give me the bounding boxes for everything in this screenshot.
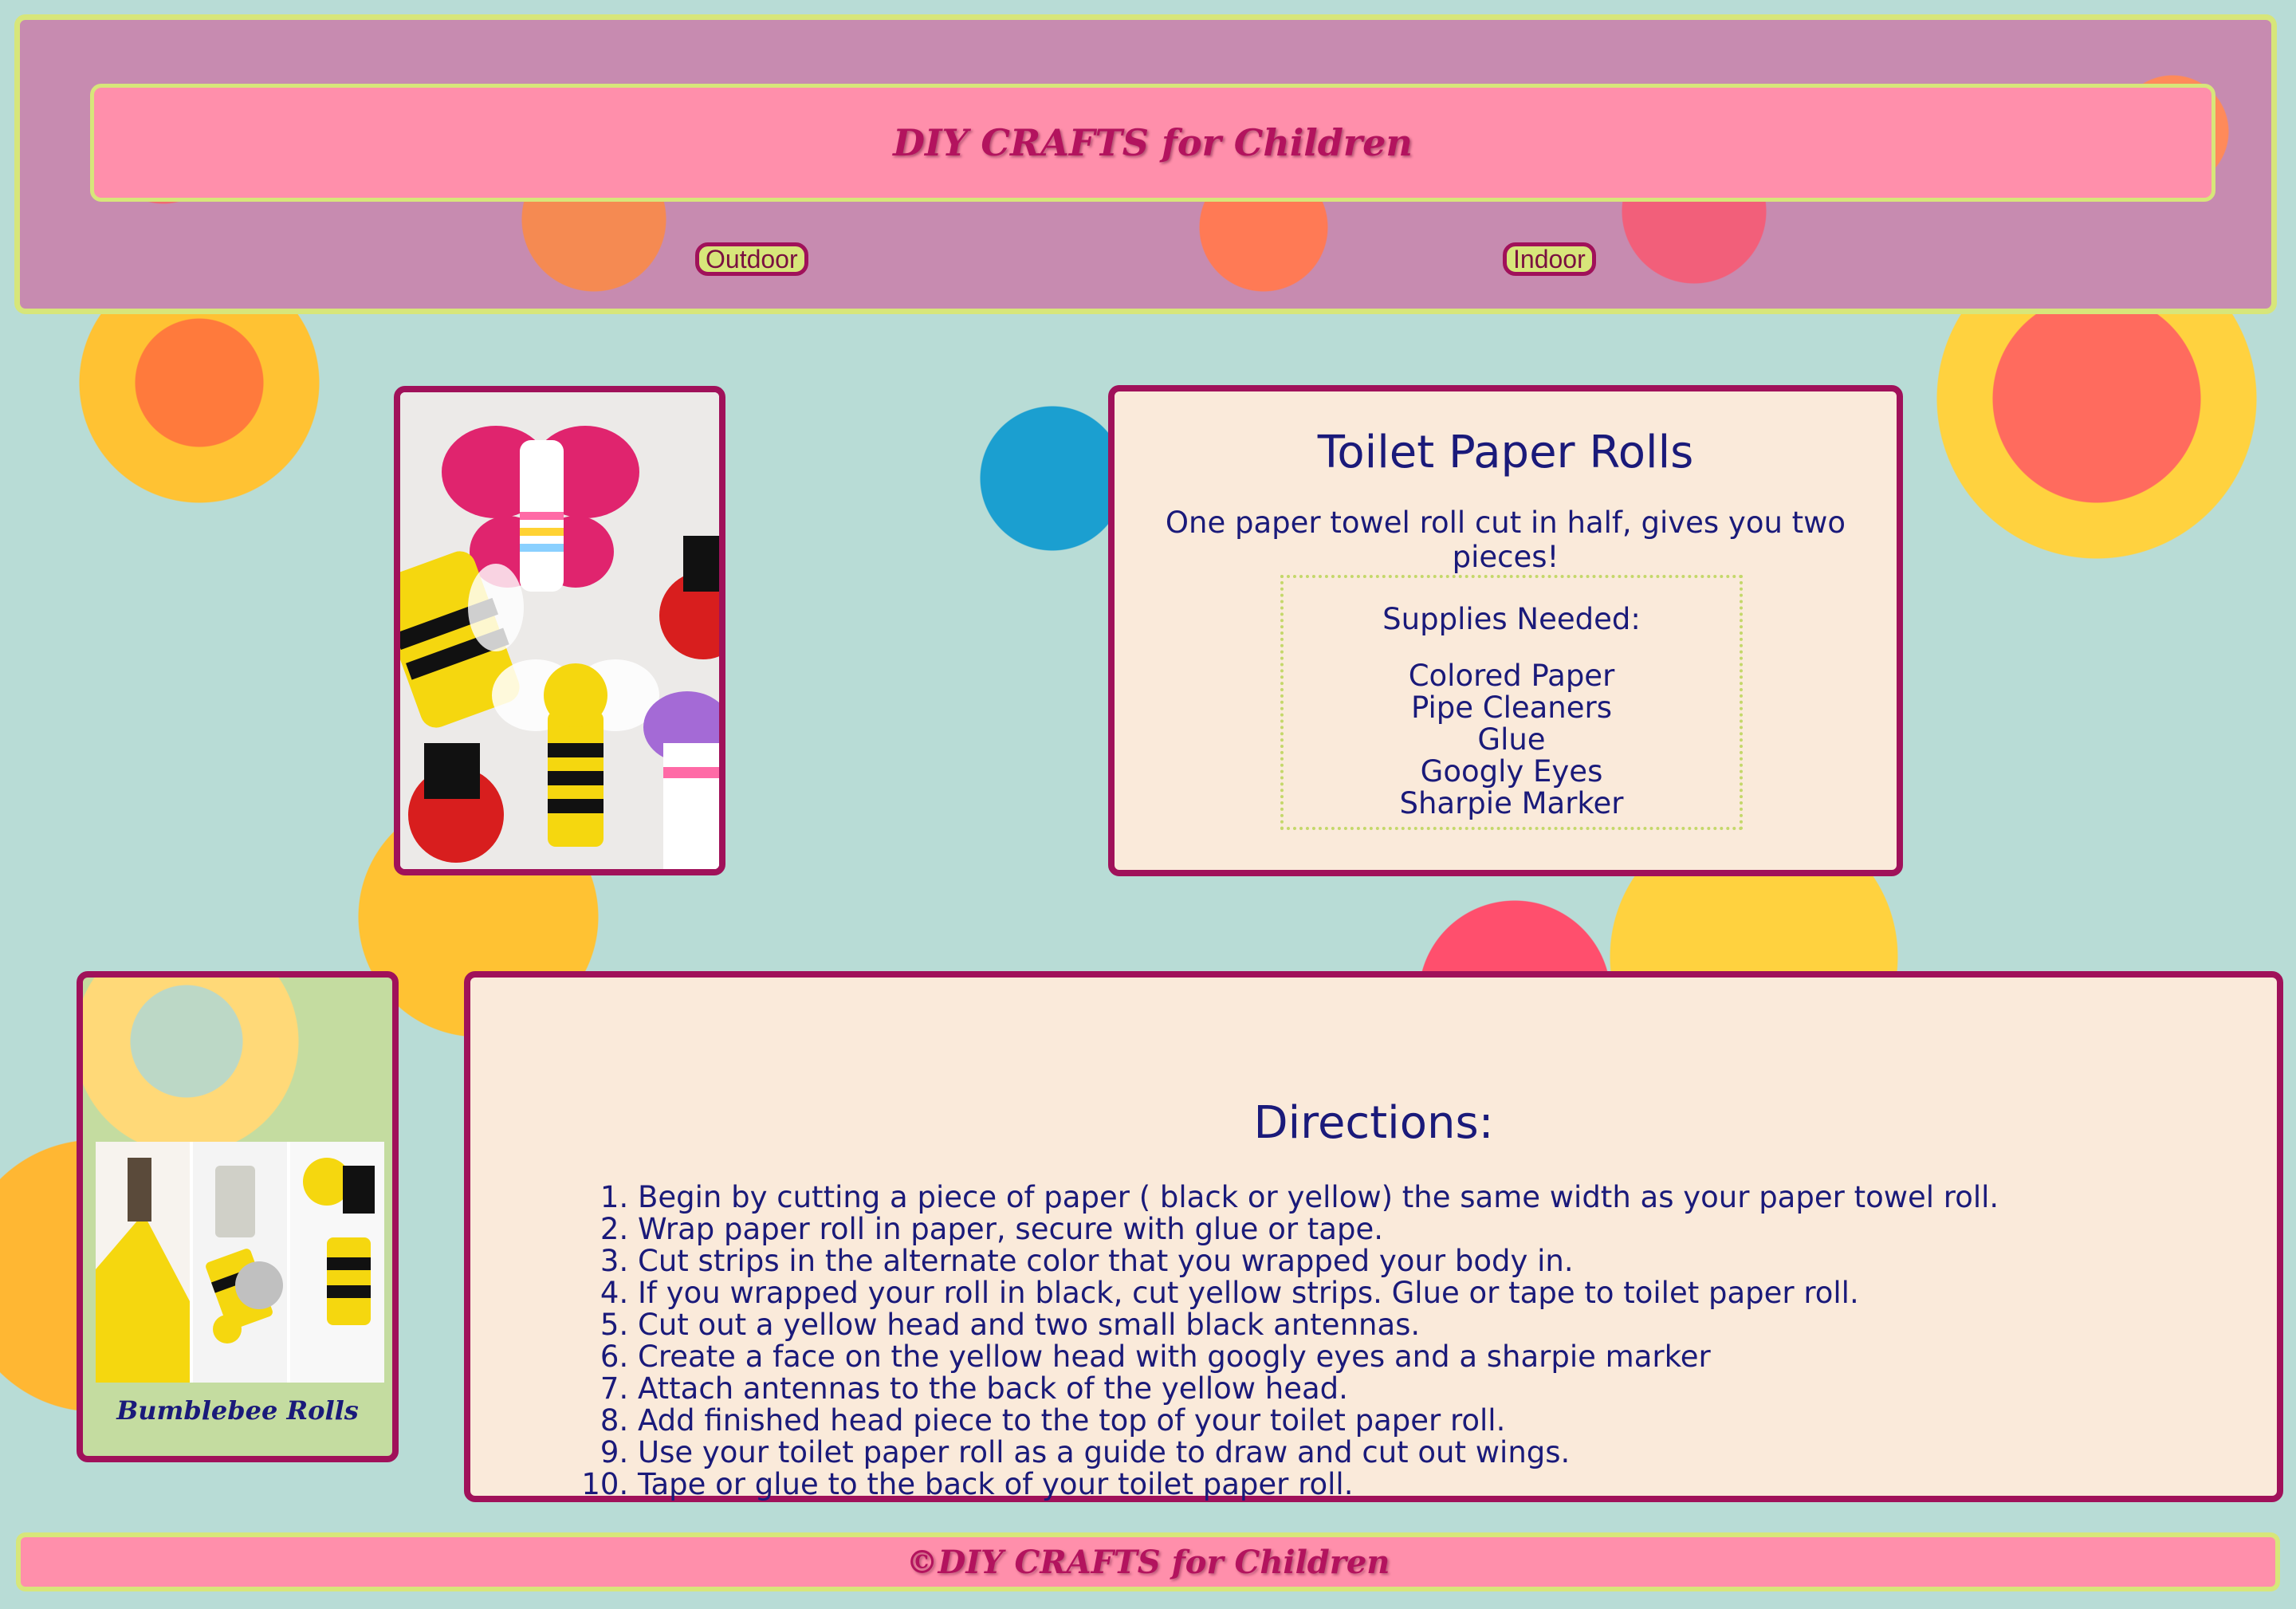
direction-step: Create a face on the yellow head with go… xyxy=(638,1341,1999,1373)
directions-card: Directions: Begin by cutting a piece of … xyxy=(464,971,2283,1502)
site-header: DIY CRAFTS for Children Outdoor Indoor xyxy=(14,14,2277,314)
nav-outdoor-button[interactable]: Outdoor xyxy=(695,242,808,276)
supplies-box: Supplies Needed: Colored Paper Pipe Clea… xyxy=(1280,575,1743,830)
supply-item: Sharpie Marker xyxy=(1399,786,1624,820)
direction-step: Wrap paper roll in paper, secure with gl… xyxy=(638,1214,1999,1245)
title-banner: DIY CRAFTS for Children xyxy=(90,84,2215,202)
bumblebee-steps-picture xyxy=(96,1142,384,1383)
supplies-heading: Supplies Needed: xyxy=(1382,602,1641,636)
supply-item: Colored Paper xyxy=(1408,659,1615,693)
bumblebee-steps-image xyxy=(96,1142,384,1383)
site-footer: ©DIY CRAFTS for Children xyxy=(16,1532,2280,1591)
bumblebee-caption: Bumblebee Rolls xyxy=(116,1395,359,1426)
craft-photo xyxy=(394,386,725,875)
direction-step: Begin by cutting a piece of paper ( blac… xyxy=(638,1182,1999,1214)
supply-item: Pipe Cleaners xyxy=(1410,690,1613,725)
craft-subtitle: One paper towel roll cut in half, gives … xyxy=(1165,506,1846,574)
direction-step: Tape or glue to the back of your toilet … xyxy=(638,1469,1999,1501)
craft-title: Toilet Paper Rolls xyxy=(1317,427,1694,478)
direction-step: Add finished head piece to the top of yo… xyxy=(638,1405,1999,1437)
supplies-list: Colored Paper Pipe Cleaners Glue Googly … xyxy=(1284,660,1740,820)
direction-step: Cut strips in the alternate color that y… xyxy=(638,1245,1999,1277)
footer-copyright: ©DIY CRAFTS for Children xyxy=(906,1543,1390,1581)
direction-step: Use your toilet paper roll as a guide to… xyxy=(638,1437,1999,1469)
nav-indoor-button[interactable]: Indoor xyxy=(1503,242,1596,276)
toilet-roll-crafts-image xyxy=(400,392,719,869)
supply-item: Glue xyxy=(1477,722,1546,757)
directions-list: Begin by cutting a piece of paper ( blac… xyxy=(638,1182,1999,1501)
direction-step: Attach antennas to the back of the yello… xyxy=(638,1373,1999,1405)
craft-info-card: Toilet Paper Rolls One paper towel roll … xyxy=(1108,385,1903,876)
direction-step: If you wrapped your roll in black, cut y… xyxy=(638,1277,1999,1309)
bumblebee-example-card: Bumblebee Rolls xyxy=(77,971,399,1462)
directions-heading: Directions: xyxy=(1253,1097,1494,1149)
supply-item: Googly Eyes xyxy=(1420,754,1603,789)
site-title: DIY CRAFTS for Children xyxy=(893,121,1413,164)
direction-step: Cut out a yellow head and two small blac… xyxy=(638,1309,1999,1341)
